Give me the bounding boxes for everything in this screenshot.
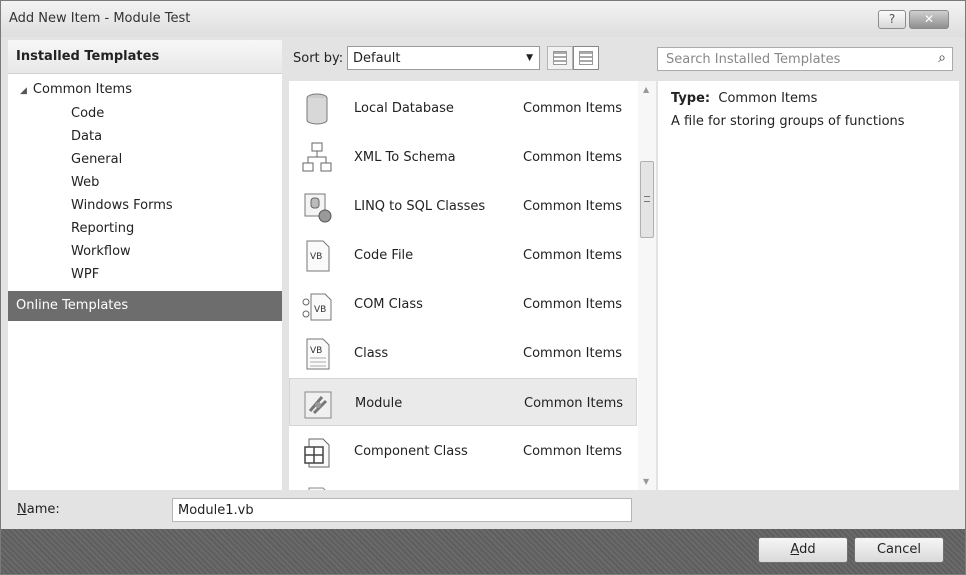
template-list: Local Database Common Items XML To Schem…	[289, 81, 656, 490]
svg-text:VB: VB	[310, 252, 322, 262]
small-icons-view-button[interactable]	[547, 46, 573, 70]
linq-icon	[304, 193, 332, 223]
list-item[interactable]: XML To Schema Common Items	[289, 133, 637, 181]
item-category: Common Items	[523, 297, 623, 312]
item-name: LINQ to SQL Classes	[354, 199, 486, 214]
item-name: Module	[355, 396, 403, 411]
item-name: Component Class	[354, 444, 468, 459]
item-category: Common Items	[523, 346, 623, 361]
item-category: Common Items	[523, 248, 623, 263]
item-category: Common Items	[523, 101, 623, 116]
search-input[interactable]: Search Installed Templates ⌕	[657, 47, 953, 71]
close-button[interactable]: ✕	[909, 10, 949, 29]
list-item[interactable]: VB Class Common Items	[289, 329, 637, 377]
scrollbar-thumb[interactable]	[640, 161, 654, 238]
name-field[interactable]: Module1.vb	[172, 498, 632, 522]
item-category: Common Items	[524, 396, 624, 411]
item-name: COM Class	[354, 297, 423, 312]
item-name: Local Database	[354, 101, 454, 116]
name-value: Module1.vb	[178, 503, 254, 518]
details-pane: Type: Common Items A file for storing gr…	[658, 81, 959, 490]
details-view-icon	[579, 51, 593, 65]
tree-item-wpf[interactable]: WPF	[71, 267, 99, 282]
tree-item-code[interactable]: Code	[71, 106, 104, 121]
list-item[interactable]: Component Class Common Items	[289, 427, 637, 475]
details-view-button[interactable]	[573, 46, 599, 70]
button-bar: Add Cancel	[1, 529, 965, 574]
list-item-selected[interactable]: Module Common Items	[289, 378, 637, 426]
sort-dropdown[interactable]: Default ▼	[347, 46, 540, 70]
module-icon	[304, 391, 332, 419]
tree-item-windows-forms[interactable]: Windows Forms	[71, 198, 173, 213]
add-label-rest: dd	[799, 542, 816, 557]
com-class-icon: VB	[302, 293, 332, 321]
small-icons-icon	[553, 51, 567, 65]
type-line: Type: Common Items	[671, 91, 959, 106]
file-icon	[308, 487, 326, 490]
class-icon: VB	[306, 338, 330, 370]
name-label: Name:	[17, 502, 60, 517]
tree-item-workflow[interactable]: Workflow	[71, 244, 131, 259]
component-class-icon	[304, 438, 330, 468]
list-scrollbar[interactable]: ▲ ▼	[638, 81, 656, 490]
list-item[interactable]: LINQ to SQL Classes Common Items	[289, 182, 637, 230]
code-file-icon: VB	[306, 240, 330, 272]
dropdown-arrow-icon: ▼	[526, 53, 533, 63]
svg-text:VB: VB	[314, 305, 326, 315]
item-category: Common Items	[523, 150, 623, 165]
template-tree-pane: Installed Templates ◢ Common Items Code D…	[8, 40, 282, 490]
add-new-item-dialog: Add New Item - Module Test ? ✕ Installed…	[0, 0, 966, 575]
cancel-button[interactable]: Cancel	[854, 537, 944, 563]
item-name: Class	[354, 346, 389, 361]
grip-icon	[644, 196, 650, 202]
list-item[interactable]: Local Database Common Items	[289, 84, 637, 132]
item-name: Code File	[354, 248, 414, 263]
tree-item-general[interactable]: General	[71, 152, 122, 167]
installed-templates-header[interactable]: Installed Templates	[8, 40, 282, 74]
scroll-up-icon[interactable]: ▲	[643, 85, 649, 94]
item-category: Common Items	[523, 199, 623, 214]
item-description: A file for storing groups of functions	[671, 114, 905, 129]
tree-item-reporting[interactable]: Reporting	[71, 221, 134, 236]
database-icon	[306, 93, 328, 125]
scroll-down-icon[interactable]: ▼	[643, 477, 649, 486]
item-name: XML To Schema	[354, 150, 456, 165]
search-placeholder: Search Installed Templates	[666, 52, 841, 67]
type-label: Type:	[671, 91, 711, 106]
add-button[interactable]: Add	[758, 537, 848, 563]
name-label-accel: N	[17, 502, 27, 517]
sort-label: Sort by:	[293, 51, 344, 66]
expand-arrow-icon[interactable]: ◢	[20, 86, 27, 96]
xml-schema-icon	[302, 142, 332, 172]
name-label-rest: ame:	[26, 502, 60, 517]
type-value: Common Items	[718, 91, 818, 106]
search-icon[interactable]: ⌕	[938, 50, 946, 66]
help-button[interactable]: ?	[878, 10, 906, 29]
online-templates-header[interactable]: Online Templates	[8, 291, 282, 321]
title-bar[interactable]: Add New Item - Module Test ? ✕	[1, 1, 965, 37]
window-title: Add New Item - Module Test	[9, 11, 191, 26]
tree-item-common-items[interactable]: ◢ Common Items	[20, 82, 132, 97]
item-category: Common Items	[523, 444, 623, 459]
list-item[interactable]: VB Code File Common Items	[289, 231, 637, 279]
tree-item-web[interactable]: Web	[71, 175, 99, 190]
svg-text:VB: VB	[310, 346, 322, 356]
list-item[interactable]: VB COM Class Common Items	[289, 280, 637, 328]
tree-item-data[interactable]: Data	[71, 129, 102, 144]
add-accel: A	[790, 542, 800, 557]
tree-item-label: Common Items	[32, 82, 132, 97]
list-item-partial[interactable]	[289, 476, 637, 490]
sort-value: Default	[353, 51, 401, 66]
